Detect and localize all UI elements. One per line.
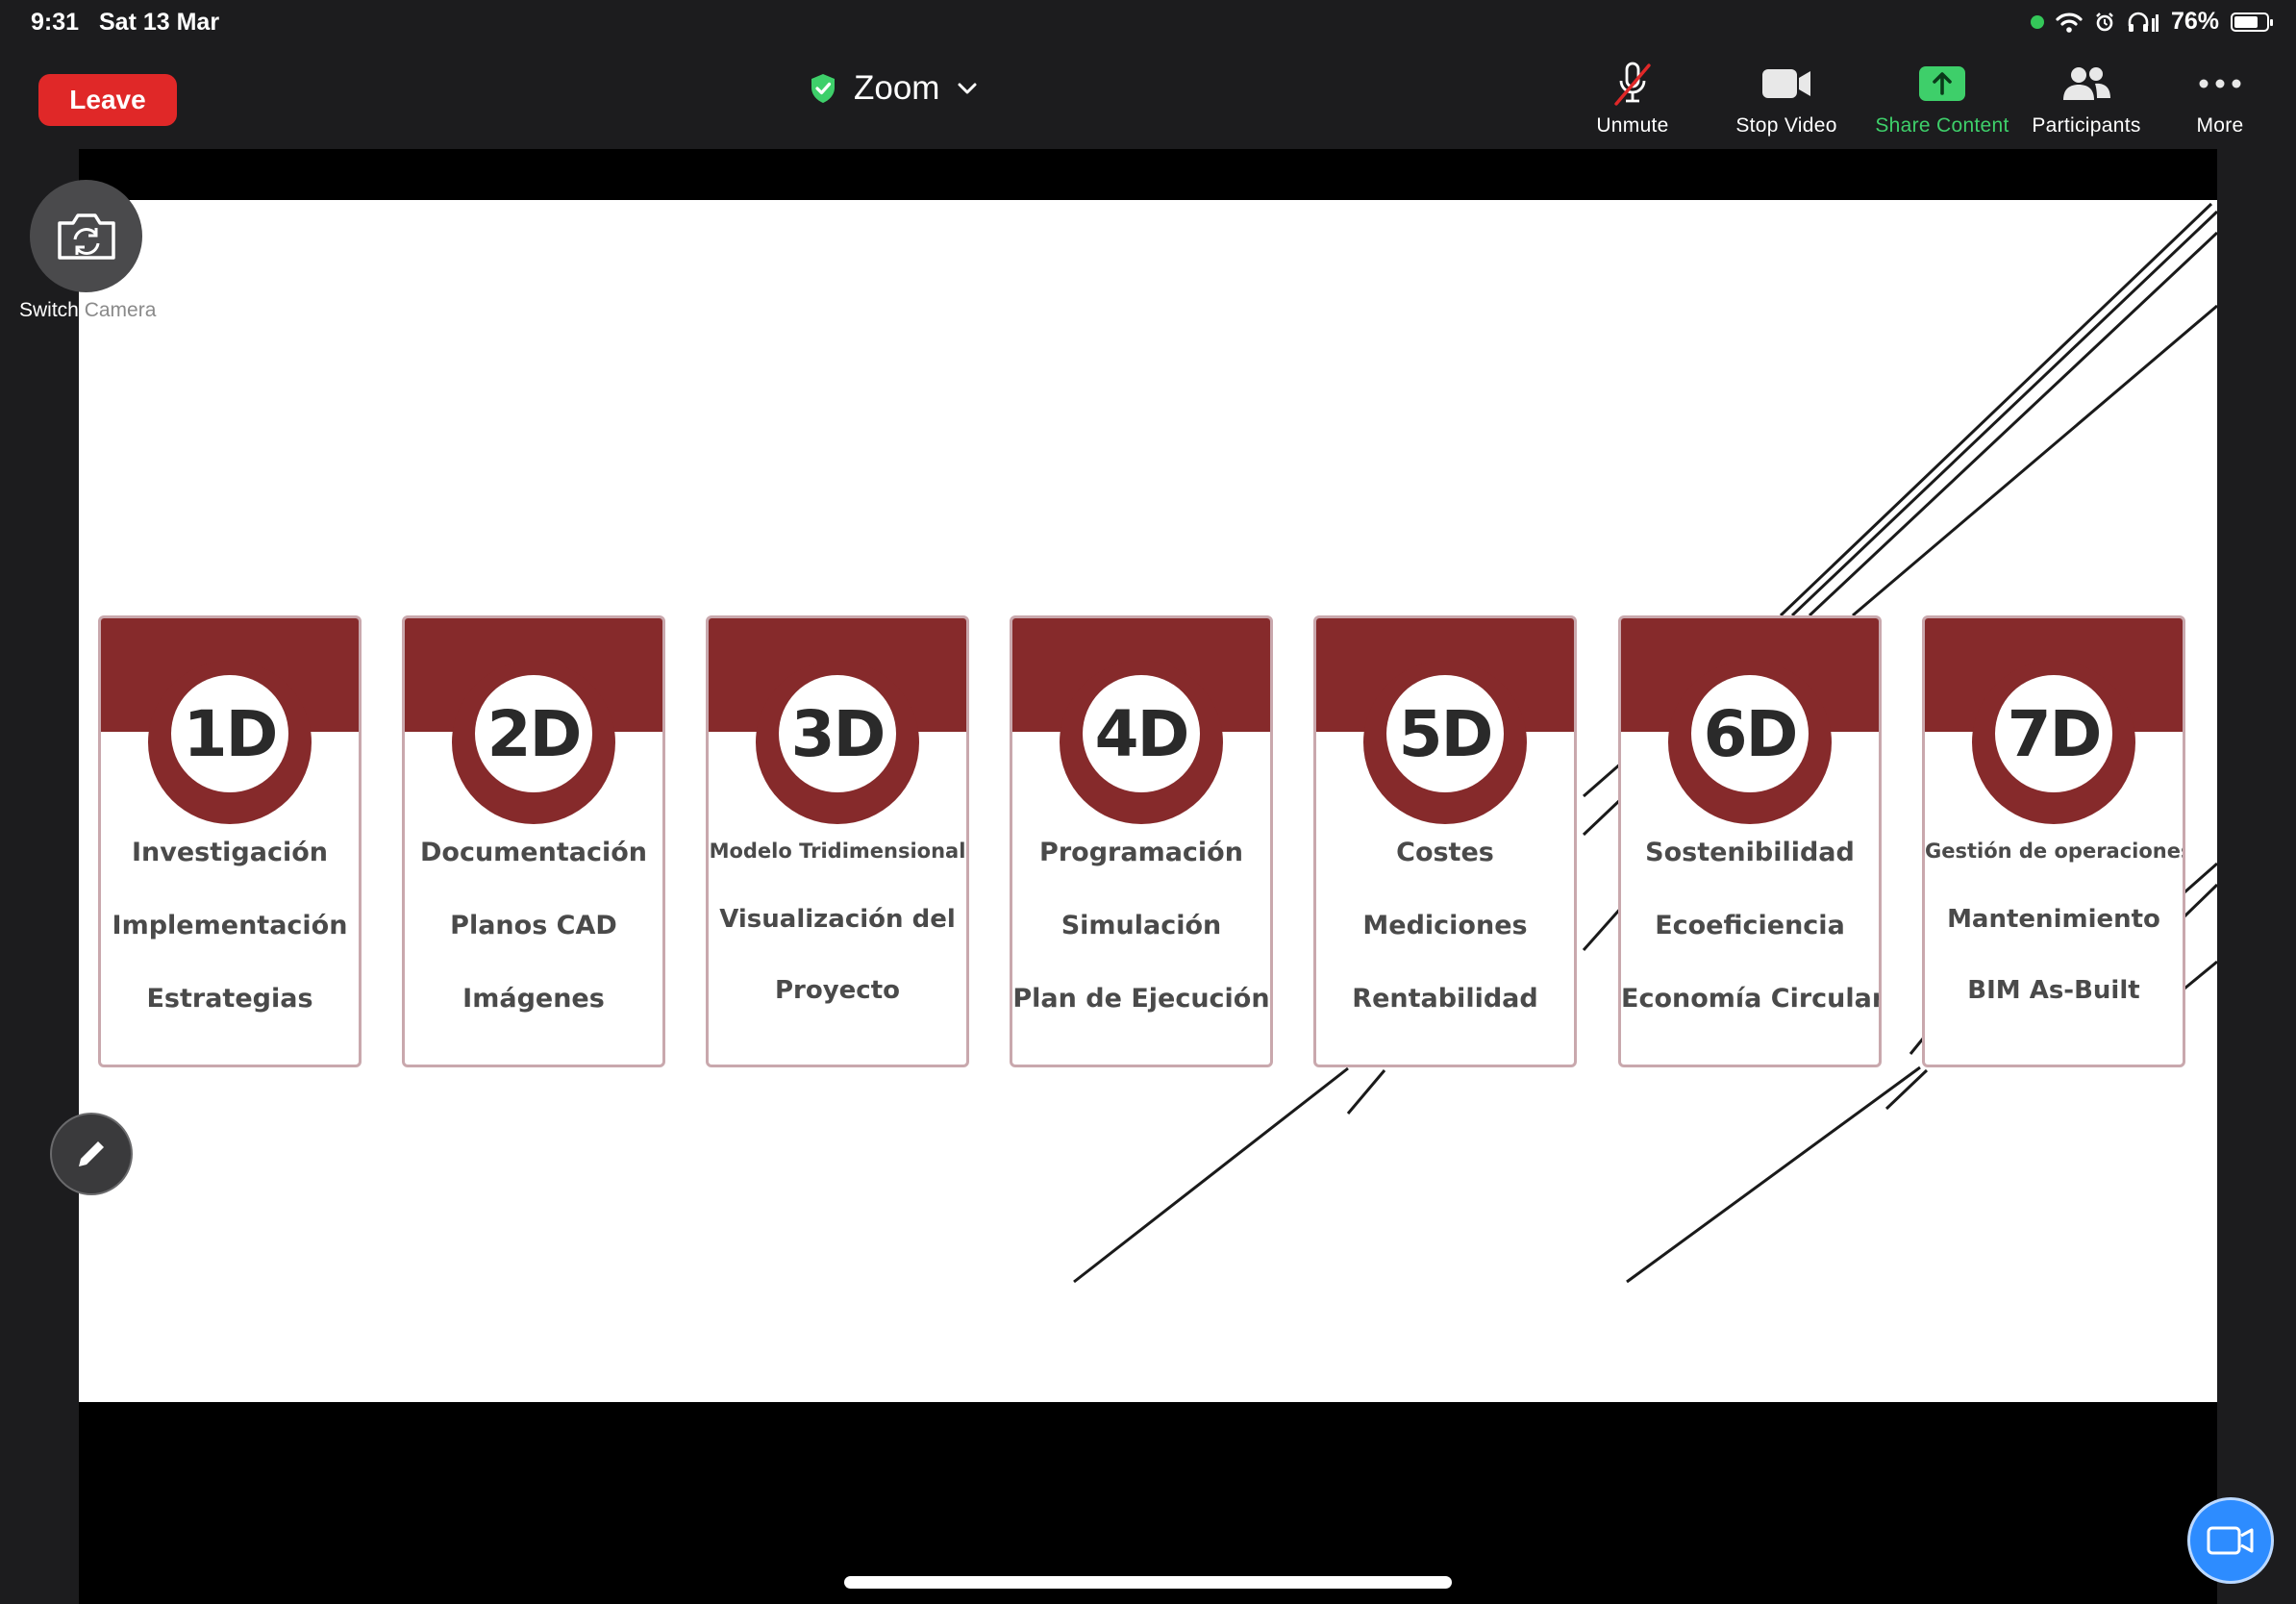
card-line: Ecoeficiencia bbox=[1655, 911, 1845, 940]
camera-in-use-dot-icon bbox=[2030, 14, 2044, 29]
video-camera-icon bbox=[2207, 1526, 2254, 1555]
card-line: Sostenibilidad bbox=[1645, 838, 1855, 867]
card-line: Economía Circular bbox=[1621, 984, 1882, 1014]
card-line: Mediciones bbox=[1362, 911, 1528, 940]
card-line: Investigación bbox=[132, 838, 328, 867]
more-label: More bbox=[2196, 114, 2244, 137]
battery-percent: 76% bbox=[2170, 8, 2219, 35]
wifi-icon bbox=[2056, 12, 2083, 33]
card-line: Plan de Ejecución bbox=[1012, 984, 1270, 1014]
card-title: 4D bbox=[1083, 675, 1200, 792]
card-line: Visualización del bbox=[719, 905, 956, 934]
more-dots-icon bbox=[2199, 79, 2241, 88]
status-time: 9:31 bbox=[31, 9, 80, 36]
stop-video-label: Stop Video bbox=[1735, 114, 1837, 137]
battery-icon bbox=[2231, 12, 2273, 32]
card-title: 1D bbox=[171, 675, 288, 792]
share-content-label: Share Content bbox=[1875, 114, 2009, 137]
card-line: Simulación bbox=[1061, 911, 1222, 940]
card-line: BIM As-Built bbox=[1967, 976, 2140, 1005]
card-line: Gestión de operaciones bbox=[1925, 840, 2185, 863]
dimension-card: 3D Modelo Tridimensional Visualización del… bbox=[706, 615, 969, 1067]
card-title: 5D bbox=[1386, 675, 1504, 792]
card-title: 3D bbox=[779, 675, 896, 792]
shield-check-icon bbox=[811, 74, 835, 103]
switch-camera-label-faded: Camera bbox=[84, 299, 157, 321]
status-icons: 76% bbox=[2030, 8, 2273, 36]
video-camera-icon bbox=[1762, 69, 1810, 98]
dimension-card: 1D Investigación Implementación Estrategias bbox=[98, 615, 362, 1067]
dimension-card: 2D Documentación Planos CAD Imágenes bbox=[402, 615, 665, 1067]
card-title: 7D bbox=[1995, 675, 2112, 792]
dimension-card: 5D Costes Mediciones Rentabilidad bbox=[1313, 615, 1577, 1067]
unmute-button[interactable]: Unmute bbox=[1551, 60, 1714, 138]
card-line: Estrategias bbox=[146, 984, 313, 1014]
leave-button[interactable]: Leave bbox=[38, 74, 177, 126]
meeting-title-text: Zoom bbox=[854, 69, 940, 107]
card-line: Costes bbox=[1396, 838, 1494, 867]
card-line: Rentabilidad bbox=[1352, 984, 1538, 1014]
card-line: Planos CAD bbox=[450, 911, 617, 940]
card-line: Proyecto bbox=[774, 976, 901, 1005]
card-line: Modelo Tridimensional bbox=[709, 840, 966, 863]
shared-slide: 1D Investigación Implementación Estrategias… bbox=[79, 200, 2217, 1402]
switch-camera-label-main: Switch bbox=[19, 299, 79, 321]
card-line: Documentación bbox=[419, 838, 647, 867]
home-indicator[interactable] bbox=[844, 1576, 1452, 1589]
video-floating-button[interactable] bbox=[2187, 1497, 2274, 1584]
card-line: Mantenimiento bbox=[1947, 905, 2160, 934]
stop-video-button[interactable]: Stop Video bbox=[1705, 60, 1868, 138]
card-line: Implementación bbox=[112, 911, 348, 940]
microphone-muted-icon bbox=[1614, 62, 1651, 106]
status-bar: 9:31 Sat 13 Mar 76% bbox=[0, 0, 2296, 48]
meeting-title[interactable]: Zoom bbox=[810, 69, 978, 108]
status-date: Sat 13 Mar bbox=[99, 9, 220, 36]
switch-camera-label: Switch Camera bbox=[19, 299, 156, 322]
card-title: 2D bbox=[475, 675, 592, 792]
battery-fill bbox=[2234, 15, 2258, 28]
alarm-icon bbox=[2096, 12, 2113, 31]
share-arrow-up-icon bbox=[1919, 66, 1965, 101]
dimension-card: 4D Programación Simulación Plan de Ejecució… bbox=[1010, 615, 1273, 1067]
chevron-down-icon bbox=[958, 83, 977, 94]
participants-icon bbox=[2063, 67, 2110, 100]
share-content-button[interactable]: Share Content bbox=[1860, 60, 2024, 138]
pencil-icon bbox=[79, 1139, 107, 1166]
unmute-label: Unmute bbox=[1596, 114, 1669, 137]
headphones-icon bbox=[2128, 12, 2159, 32]
card-title: 6D bbox=[1691, 675, 1809, 792]
dimension-card: 7D Gestión de operaciones Mantenimiento BIM… bbox=[1922, 615, 2185, 1067]
card-line: Imágenes bbox=[462, 984, 605, 1014]
card-line: Programación bbox=[1039, 838, 1243, 867]
more-button[interactable]: More bbox=[2138, 60, 2296, 138]
dimension-card: 6D Sostenibilidad Ecoeficiencia Economía Ci… bbox=[1618, 615, 1882, 1067]
annotate-button[interactable] bbox=[50, 1113, 133, 1195]
camera-switch-icon bbox=[57, 213, 115, 260]
switch-camera-button[interactable] bbox=[30, 180, 142, 292]
